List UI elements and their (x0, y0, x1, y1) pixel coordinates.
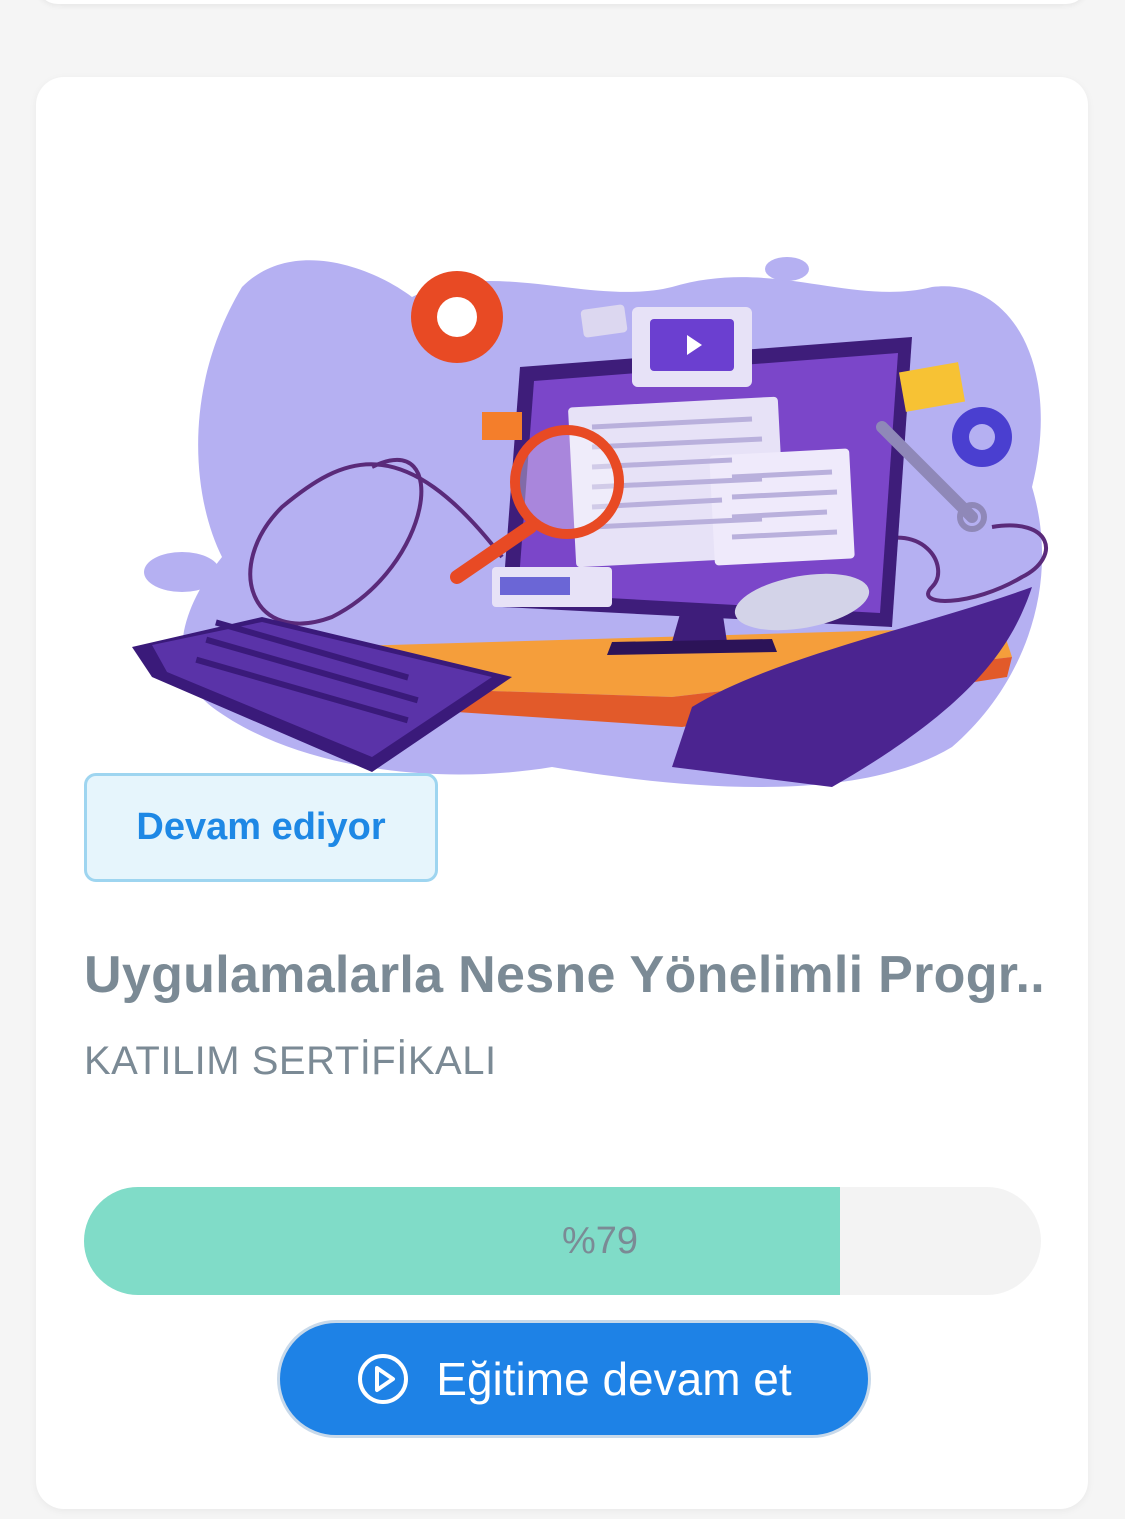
play-circle-icon (358, 1354, 409, 1404)
previous-card-bottom-edge (36, 0, 1088, 4)
course-subtitle: KATILIM SERTİFİKALI (84, 1039, 497, 1083)
course-card[interactable]: Devam ediyor Uygulamalarla Nesne Yönelim… (36, 77, 1088, 1509)
status-badge: Devam ediyor (84, 773, 438, 882)
continue-button-label: Eğitime devam et (436, 1353, 792, 1405)
course-title[interactable]: Uygulamalarla Nesne Yönelimli Progr... (84, 945, 1044, 1005)
progress-bar: %79 (84, 1187, 1041, 1295)
continue-course-button[interactable]: Eğitime devam et (277, 1320, 871, 1438)
course-illustration (132, 257, 1048, 787)
progress-label: %79 (561, 1219, 639, 1262)
